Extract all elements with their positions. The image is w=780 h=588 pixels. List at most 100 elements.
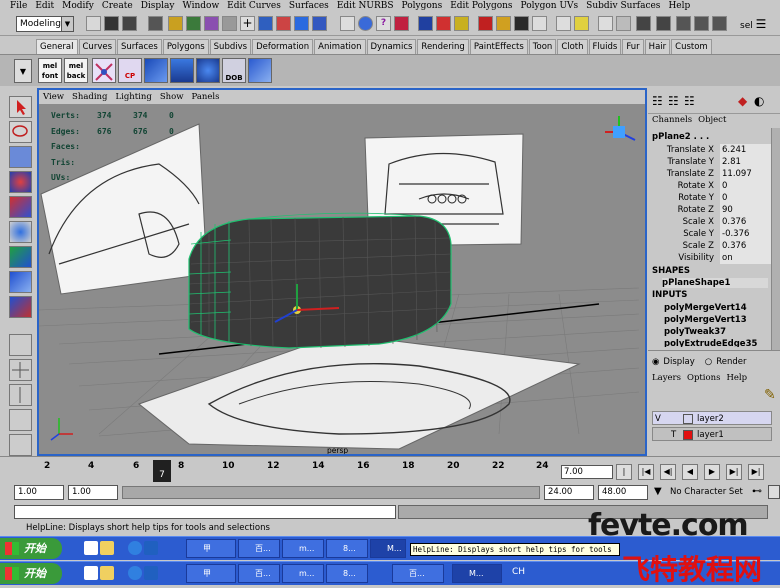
tab-fluids[interactable]: Fluids [588, 39, 622, 54]
radio-display-icon[interactable]: ◉ [652, 357, 659, 367]
play-forward-icon[interactable]: ▶ [704, 464, 720, 480]
open-scene-icon[interactable] [104, 16, 119, 31]
current-frame-marker[interactable]: 7 [153, 460, 171, 482]
tab-toon[interactable]: Toon [528, 39, 557, 54]
curve-connect-icon[interactable] [92, 58, 116, 83]
menu-polygons[interactable]: Polygons [402, 0, 443, 12]
tools-icon[interactable] [248, 58, 272, 83]
attr-rotate-x[interactable]: Rotate X0 [648, 180, 772, 192]
command-input[interactable] [14, 505, 396, 519]
lasso-tool-icon[interactable] [9, 121, 32, 143]
input-node[interactable]: polyExtrudeEdge35 [664, 339, 757, 347]
menu-edit-polygons[interactable]: Edit Polygons [450, 0, 512, 12]
layer-menu-help[interactable]: Help [726, 373, 747, 383]
layer-color-swatch[interactable] [683, 414, 693, 424]
tab-surfaces[interactable]: Surfaces [117, 39, 162, 54]
paint-weights-icon[interactable] [556, 16, 571, 31]
channel-layout-icon[interactable]: ☷ [652, 94, 663, 108]
menu-window[interactable]: Window [183, 0, 220, 12]
range-slider[interactable] [122, 486, 540, 499]
task-button[interactable]: 百... [392, 564, 444, 583]
browser-icon[interactable] [84, 541, 98, 555]
task-button[interactable]: m... [282, 539, 324, 558]
outliner-toggle-icon[interactable] [676, 16, 691, 31]
extrude-icon[interactable] [170, 58, 194, 83]
make-live-icon[interactable] [312, 16, 327, 31]
rotate-tool-icon[interactable] [9, 196, 32, 218]
hypergraph-icon[interactable] [712, 16, 727, 31]
new-layer-icon[interactable]: ✎ [764, 387, 776, 403]
perspective-viewport[interactable]: View Shading Lighting Show Panels Verts:… [37, 88, 647, 456]
folder-icon[interactable] [100, 541, 114, 555]
select-component-icon[interactable] [186, 16, 201, 31]
step-forward-key-icon[interactable]: ▶| [748, 464, 764, 480]
snap-grid-icon[interactable] [222, 16, 237, 31]
refresh-icon[interactable] [128, 541, 142, 555]
tab-custom[interactable]: Custom [671, 39, 712, 54]
tab-curves[interactable]: Curves [78, 39, 117, 54]
attr-translate-y[interactable]: Translate Y 2.81 [648, 156, 772, 168]
attr-translate-x[interactable]: Translate X 6.241 [648, 144, 772, 156]
manipulator-tool-icon[interactable] [9, 246, 32, 268]
viewport-menu-lighting[interactable]: Lighting [115, 90, 151, 104]
task-button[interactable]: 百... [238, 564, 280, 583]
channel-box-toggle-icon[interactable] [636, 16, 651, 31]
tab-hair[interactable]: Hair [644, 39, 671, 54]
layer-visibility-toggle[interactable]: V [655, 412, 661, 426]
ie-icon[interactable] [144, 541, 158, 555]
menu-modify[interactable]: Modify [62, 0, 94, 12]
browser-icon[interactable] [84, 566, 98, 580]
layer-row-layer1[interactable]: T layer1 [652, 427, 772, 441]
attr-translate-z[interactable]: Translate Z 11.097 [648, 168, 772, 180]
tab-polygons[interactable]: Polygons [162, 39, 209, 54]
persp-graph-layout-icon[interactable] [9, 434, 32, 456]
select-by-type-icon[interactable] [204, 16, 219, 31]
shape-node[interactable]: pPlaneShape1 [662, 278, 768, 288]
menu-subdiv-surfaces[interactable]: Subdiv Surfaces [586, 0, 660, 12]
scale-tool-icon[interactable] [9, 221, 32, 243]
menu-polygon-uvs[interactable]: Polygon UVs [521, 0, 579, 12]
folder-icon[interactable] [100, 566, 114, 580]
task-button[interactable]: 8... [326, 564, 368, 583]
step-forward-frame-icon[interactable]: ▶| [726, 464, 742, 480]
task-button[interactable]: M... [452, 564, 502, 583]
attribute-editor-icon[interactable] [598, 16, 613, 31]
attr-rotate-z[interactable]: Rotate Z 90 [648, 204, 772, 216]
render-icon[interactable] [436, 16, 451, 31]
task-button[interactable]: 甲 [186, 539, 236, 558]
tab-general[interactable]: General [36, 39, 78, 54]
tab-dynamics[interactable]: Dynamics [366, 39, 417, 54]
tab-rendering[interactable]: Rendering [417, 39, 469, 54]
mel-font-icon[interactable]: mel font [38, 58, 62, 83]
graph-editor-icon[interactable] [694, 16, 709, 31]
selection-field[interactable]: sel ☰ [740, 16, 778, 32]
play-backward-icon[interactable]: ◀ [682, 464, 698, 480]
tool-settings-icon[interactable] [616, 16, 631, 31]
paint-select-tool-icon[interactable] [9, 146, 32, 168]
history-icon[interactable] [340, 16, 355, 31]
menu-edit[interactable]: Edit [35, 0, 54, 12]
layer-menu-layers[interactable]: Layers [652, 373, 681, 383]
playback-start-field[interactable]: 1.00 [68, 485, 118, 500]
four-pane-layout-icon[interactable] [9, 359, 32, 381]
tab-painteffects[interactable]: PaintEffects [469, 39, 528, 54]
radio-render-icon[interactable]: ○ [705, 357, 712, 367]
delete-object-icon[interactable]: DOB [222, 58, 246, 83]
render-view-icon[interactable] [418, 16, 433, 31]
attr-scale-z[interactable]: Scale Z 0.376 [648, 240, 772, 252]
visor-icon[interactable]: ◐ [754, 94, 764, 108]
menu-file[interactable]: File [10, 0, 27, 12]
step-back-frame-icon[interactable]: ◀| [660, 464, 676, 480]
task-button[interactable]: 百... [238, 539, 280, 558]
task-button[interactable]: 8... [326, 539, 368, 558]
tab-cloth[interactable]: Cloth [557, 39, 588, 54]
viewport-menu-view[interactable]: View [43, 90, 64, 104]
menu-surfaces[interactable]: Surfaces [289, 0, 329, 12]
shelf-editor-icon[interactable]: ◆ [738, 94, 747, 108]
start-button[interactable]: 开始 [0, 538, 62, 559]
snap-curve-icon[interactable] [258, 16, 273, 31]
go-to-start-icon[interactable]: |◀◀ [616, 464, 632, 490]
refresh-icon[interactable] [128, 566, 142, 580]
animation-prefs-icon[interactable] [768, 485, 780, 499]
step-back-key-icon[interactable]: |◀ [638, 464, 654, 480]
